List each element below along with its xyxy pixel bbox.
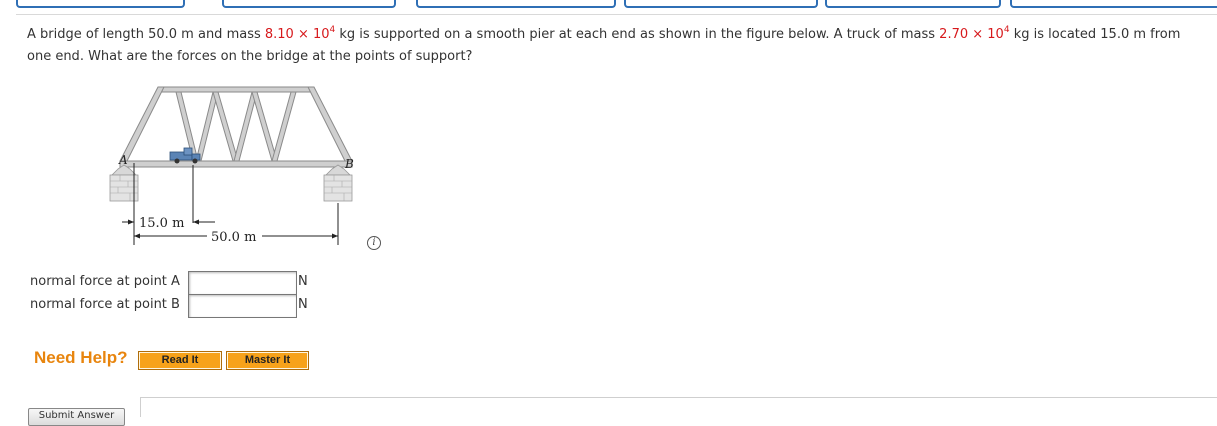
field-label-b: normal force at point B [30, 297, 180, 312]
top-tab-3 [416, 0, 616, 8]
field-label-a: normal force at point A [30, 274, 180, 289]
field-row-a: normal force at point A [30, 271, 186, 293]
info-icon[interactable]: i [367, 236, 381, 250]
web-4 [233, 91, 258, 162]
bridge-mass: 8.10 × 104 [264, 26, 335, 43]
normal-force-a-input[interactable] [188, 271, 297, 295]
bottom-divider [140, 397, 1217, 398]
bridge-deck [119, 160, 353, 168]
normal-force-b-input[interactable] [188, 294, 297, 318]
web-5 [251, 91, 278, 162]
truck-mass: 2.70 × 104 [939, 26, 1009, 43]
bridge-mass-mantissa: 8.10 × 10 [264, 27, 330, 42]
unit-b: N [298, 297, 308, 312]
need-help-title: Need Help? [34, 348, 128, 367]
web-6 [271, 91, 297, 162]
top-tab-5 [825, 0, 1001, 8]
label-point-b: B [344, 157, 354, 171]
master-it-button[interactable]: Master It [226, 351, 309, 370]
top-tab-4 [624, 0, 818, 8]
question-text: A bridge of length 50.0 m and mass 8.10 … [27, 24, 1207, 68]
top-tab-6 [1010, 0, 1217, 8]
field-row-b: normal force at point B [30, 294, 186, 316]
question-part-2: kg is supported on a smooth pier at each… [335, 27, 940, 42]
read-it-button[interactable]: Read It [138, 351, 222, 370]
bottom-divider-vertical [140, 397, 141, 417]
bridge-end-post-left [119, 86, 165, 162]
web-3 [212, 91, 239, 162]
bridge-end-post-right [307, 86, 353, 162]
web-2 [195, 91, 219, 162]
question-part-1: A bridge of length 50.0 m and mass [27, 27, 265, 42]
truck-mass-mantissa: 2.70 × 10 [939, 27, 1004, 42]
bridge-top-chord [157, 86, 315, 93]
top-divider [16, 14, 1217, 15]
submit-answer-button[interactable]: Submit Answer [28, 408, 125, 426]
top-tab-2 [222, 0, 396, 8]
unit-a: N [298, 274, 308, 289]
label-point-a: A [118, 153, 128, 167]
dim-label-50: 50.0 m [211, 230, 256, 245]
top-tab-1 [16, 0, 185, 8]
bridge-figure: A B 15.0 m 50.0 m [109, 86, 354, 245]
dim-label-15: 15.0 m [139, 216, 184, 231]
